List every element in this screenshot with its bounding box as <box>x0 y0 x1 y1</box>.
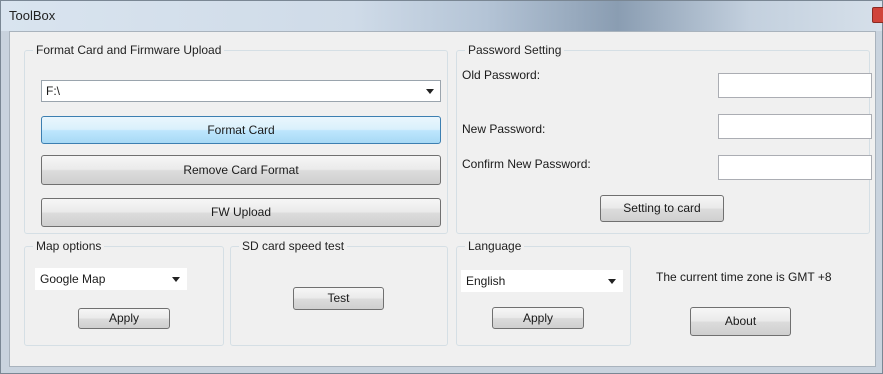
language-group: Language English Apply <box>456 239 631 346</box>
old-password-label: Old Password: <box>462 68 541 82</box>
sd-test-button[interactable]: Test <box>293 287 384 310</box>
remove-card-format-button[interactable]: Remove Card Format <box>41 155 441 185</box>
sd-speed-test-group: SD card speed test Test <box>230 239 448 346</box>
map-options-legend: Map options <box>33 239 105 253</box>
drive-select-value: F:\ <box>46 84 60 98</box>
confirm-password-field[interactable] <box>718 155 872 180</box>
toolbox-window: ToolBox Format Card and Firmware Upload … <box>0 0 883 374</box>
sd-speed-test-legend: SD card speed test <box>239 239 348 253</box>
format-firmware-group: Format Card and Firmware Upload F:\ Form… <box>24 43 448 234</box>
language-select-value: English <box>466 274 506 288</box>
chevron-down-icon <box>426 89 434 94</box>
confirm-password-label: Confirm New Password: <box>462 157 591 171</box>
about-button[interactable]: About <box>690 307 791 336</box>
title-bar[interactable]: ToolBox <box>1 1 883 31</box>
drive-select[interactable]: F:\ <box>41 80 441 102</box>
fw-upload-button[interactable]: FW Upload <box>41 198 441 227</box>
close-icon[interactable] <box>872 7 883 23</box>
window-title: ToolBox <box>9 8 56 23</box>
new-password-field[interactable] <box>718 114 872 139</box>
client-area: Format Card and Firmware Upload F:\ Form… <box>9 31 876 367</box>
language-select[interactable]: English <box>461 270 623 292</box>
map-select[interactable]: Google Map <box>35 268 187 290</box>
timezone-text: The current time zone is GMT +8 <box>656 270 832 284</box>
password-setting-legend: Password Setting <box>465 43 565 57</box>
old-password-field[interactable] <box>718 73 872 98</box>
format-firmware-legend: Format Card and Firmware Upload <box>33 43 225 57</box>
language-apply-button[interactable]: Apply <box>492 307 584 329</box>
chevron-down-icon <box>608 279 616 284</box>
format-card-button[interactable]: Format Card <box>41 116 441 144</box>
setting-to-card-button[interactable]: Setting to card <box>600 195 724 222</box>
map-apply-button[interactable]: Apply <box>78 308 170 329</box>
map-select-value: Google Map <box>40 272 106 286</box>
map-options-group: Map options Google Map Apply <box>24 239 224 346</box>
new-password-label: New Password: <box>462 122 546 136</box>
chevron-down-icon <box>172 277 180 282</box>
password-setting-group: Password Setting Old Password: New Passw… <box>456 43 872 234</box>
language-legend: Language <box>465 239 525 253</box>
